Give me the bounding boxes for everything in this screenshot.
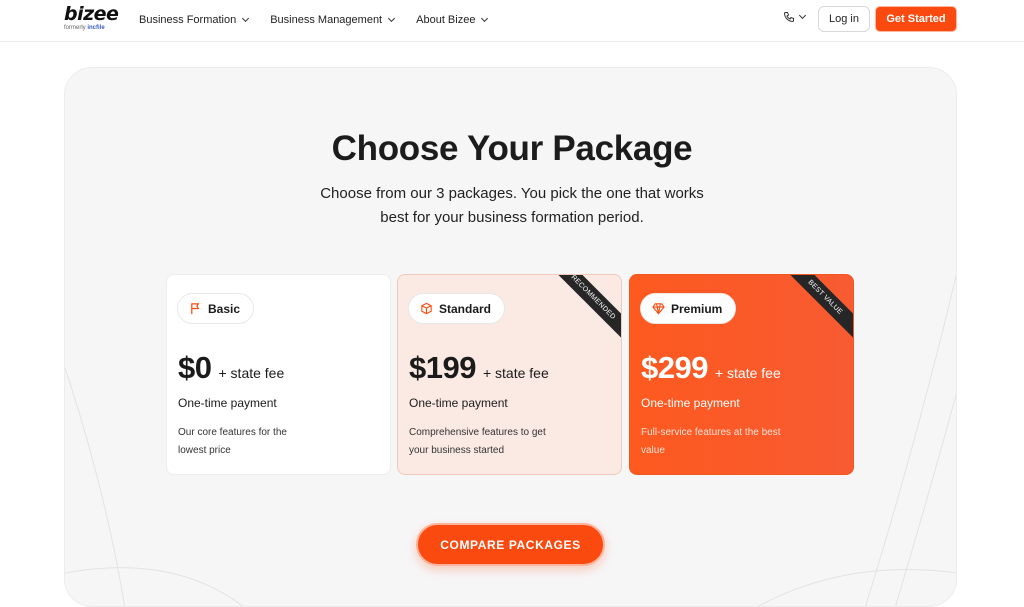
- logo-tagline: formerly incfile: [64, 25, 105, 31]
- package-name: Premium: [671, 301, 723, 316]
- top-nav-bar: bizee formerly incfile Business Formatio…: [0, 0, 1024, 42]
- payment-frequency: One-time payment: [409, 396, 508, 410]
- nav-about-bizee[interactable]: About Bizee: [416, 14, 489, 26]
- price-fee-note: + state fee: [714, 365, 781, 381]
- subtitle-line: Choose from our 3 packages. You pick the…: [320, 185, 704, 202]
- price-fee-note: + state fee: [482, 365, 549, 381]
- package-price: $299 + state fee: [641, 350, 781, 386]
- package-card-standard[interactable]: Standard $199 + state fee One-time payme…: [397, 274, 622, 475]
- package-description: Comprehensive features to get your busin…: [409, 427, 546, 456]
- chevron-down-icon: [388, 14, 396, 23]
- nav-business-management[interactable]: Business Management: [270, 14, 396, 26]
- chevron-down-icon: [481, 14, 489, 23]
- price-amount: $299: [641, 350, 708, 385]
- package-name: Standard: [439, 301, 492, 316]
- main-nav: Business Formation Business Management A…: [139, 0, 489, 40]
- logo-wordmark: bizee: [64, 3, 119, 25]
- price-fee-note: + state fee: [218, 365, 285, 381]
- package-price: $199 + state fee: [409, 350, 549, 386]
- flag-icon: [191, 303, 200, 315]
- box-icon: [421, 302, 432, 315]
- bizee-logo[interactable]: bizee formerly incfile: [64, 3, 119, 32]
- package-name-badge: Premium: [640, 293, 737, 324]
- price-amount: $199: [409, 350, 476, 385]
- best-value-ribbon: BEST VALUE: [776, 275, 853, 346]
- package-description: Our core features for the lowest price: [178, 427, 287, 456]
- page-title: Choose Your Package: [331, 129, 693, 168]
- page-subtitle: Choose from our 3 packages. You pick the…: [0, 182, 1024, 230]
- package-name-badge: Standard: [408, 293, 506, 324]
- package-name-badge: Basic: [177, 293, 255, 324]
- chevron-down-icon: [798, 11, 807, 20]
- diamond-icon: [652, 303, 665, 315]
- payment-frequency: One-time payment: [641, 396, 740, 410]
- payment-frequency: One-time payment: [178, 396, 277, 410]
- phone-icon: [783, 12, 794, 23]
- package-card-basic[interactable]: Basic $0 + state fee One-time payment Ou…: [166, 274, 391, 475]
- package-card-premium[interactable]: Premium $299 + state fee One-time paymen…: [629, 274, 854, 475]
- recommended-ribbon: RECOMMENDED: [544, 275, 621, 346]
- nav-business-formation[interactable]: Business Formation: [139, 14, 250, 26]
- phone-menu[interactable]: [783, 11, 807, 23]
- price-amount: $0: [178, 350, 212, 385]
- nav-label: Business Management: [270, 14, 383, 26]
- package-description: Full-service features at the best value: [641, 427, 781, 456]
- nav-label: Business Formation: [139, 14, 237, 26]
- chevron-down-icon: [242, 14, 250, 23]
- subtitle-line: best for your business formation period.: [380, 209, 644, 226]
- login-button[interactable]: Log in: [818, 6, 870, 32]
- get-started-button[interactable]: Get Started: [875, 6, 957, 32]
- compare-packages-button[interactable]: COMPARE PACKAGES: [416, 523, 605, 566]
- package-price: $0 + state fee: [178, 350, 284, 386]
- package-name: Basic: [208, 301, 241, 316]
- nav-label: About Bizee: [416, 14, 476, 26]
